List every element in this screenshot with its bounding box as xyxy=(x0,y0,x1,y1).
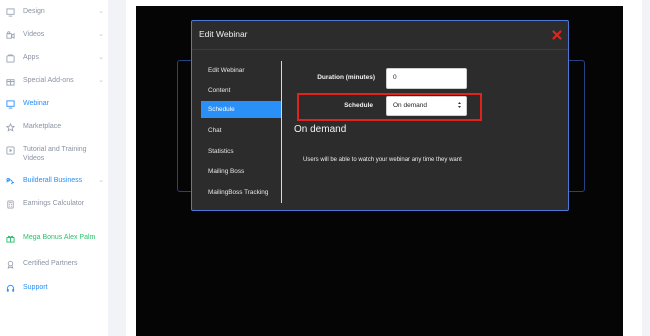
sidebar-item-label: Special Add-ons xyxy=(23,77,74,84)
calculator-icon xyxy=(5,199,15,209)
modal-nav-edit-webinar[interactable]: Edit Webinar xyxy=(201,62,281,79)
modal-nav-content[interactable]: Content xyxy=(201,82,281,99)
highlight-box xyxy=(297,93,482,121)
chevron-down-icon: ⌄ xyxy=(98,54,104,61)
modal-nav-label: Mailing Boss xyxy=(208,168,245,175)
design-icon xyxy=(5,7,15,17)
bonus-icon xyxy=(5,233,15,243)
sidebar-item-label: Earnings Calculator xyxy=(23,200,85,207)
sidebar-item-label: Tutorial and Training Videos xyxy=(23,146,87,162)
sidebar-item-label: Mega Bonus Alex Palm xyxy=(23,234,96,241)
partners-icon xyxy=(5,259,15,269)
modal-divider xyxy=(281,61,282,203)
sidebar-item-label: Builderall Business xyxy=(23,177,83,184)
page-gutter xyxy=(108,0,126,336)
duration-value: 0 xyxy=(393,74,397,81)
modal-nav-label: Statistics xyxy=(208,148,234,155)
chevron-down-icon: ⌄ xyxy=(98,8,104,15)
support-icon xyxy=(5,283,15,293)
sidebar-item-label: Support xyxy=(23,284,48,291)
modal-title: Edit Webinar xyxy=(199,29,248,39)
chevron-down-icon: ⌄ xyxy=(98,77,104,84)
modal-header: Edit Webinar xyxy=(192,21,568,50)
duration-label: Duration (minutes) xyxy=(317,74,375,81)
tutorial-icon xyxy=(5,145,15,155)
modal-nav-label: MailingBoss Tracking xyxy=(208,189,269,196)
business-icon xyxy=(5,176,15,186)
section-heading: On demand xyxy=(294,124,347,135)
modal-nav-statistics[interactable]: Statistics xyxy=(201,143,281,160)
addons-icon xyxy=(5,76,15,86)
chevron-down-icon: ⌄ xyxy=(98,177,104,184)
section-description: Users will be able to watch your webinar… xyxy=(303,157,462,163)
modal-nav-label: Chat xyxy=(208,127,222,134)
sidebar: Design ⌄ Videos ⌄ Apps ⌄ Special Add-ons… xyxy=(0,0,109,336)
modal-nav-chat[interactable]: Chat xyxy=(201,122,281,139)
video-icon xyxy=(5,30,15,40)
modal-nav-label: Edit Webinar xyxy=(208,67,245,74)
sidebar-item-label: Videos xyxy=(23,31,45,38)
chevron-down-icon: ⌄ xyxy=(98,31,104,38)
modal-nav-mailing-boss[interactable]: Mailing Boss xyxy=(201,163,281,180)
webinar-icon xyxy=(5,99,15,109)
sidebar-item-label: Webinar xyxy=(23,100,49,107)
sidebar-item-label: Design xyxy=(23,8,45,15)
modal-nav-schedule[interactable]: Schedule xyxy=(201,101,281,118)
close-icon[interactable] xyxy=(551,28,563,40)
page-gutter-right xyxy=(642,0,650,336)
apps-icon xyxy=(5,53,15,63)
modal-nav-label: Schedule xyxy=(208,106,235,113)
sidebar-item-label: Certified Partners xyxy=(23,260,78,267)
sidebar-item-label: Marketplace xyxy=(23,123,62,130)
star-icon xyxy=(5,122,15,132)
sidebar-item-label: Apps xyxy=(23,54,39,61)
duration-input[interactable]: 0 xyxy=(386,68,467,89)
modal-nav-mailingboss-tracking[interactable]: MailingBoss Tracking xyxy=(201,184,281,201)
modal-nav-label: Content xyxy=(208,87,231,94)
